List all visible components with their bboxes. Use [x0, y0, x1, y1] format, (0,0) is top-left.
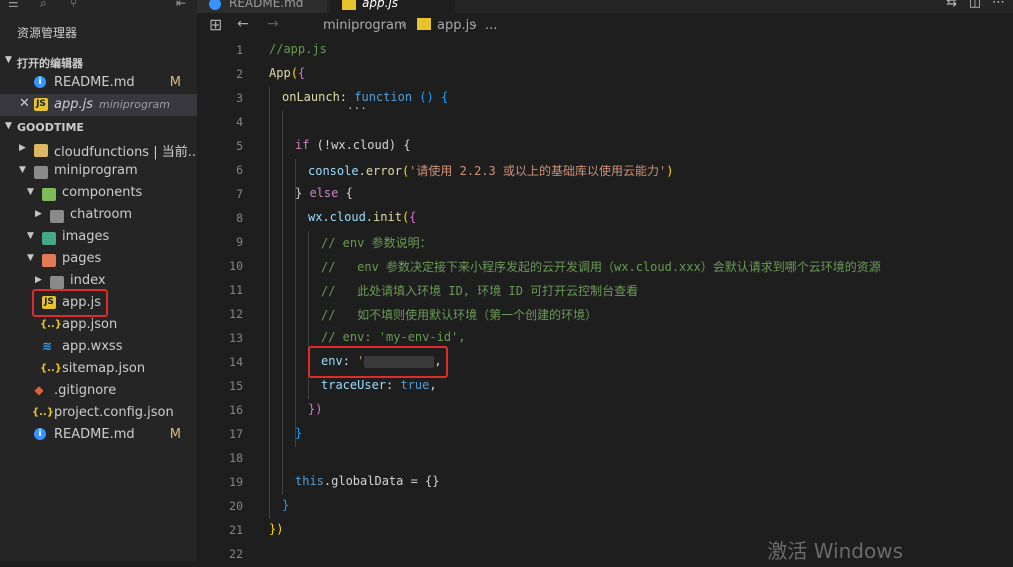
code-line: 11// 此处请填入环境 ID, 环境 ID 可打开云控制台查看 — [229, 283, 639, 298]
code-line: 2 App({ — [236, 66, 306, 81]
info-icon: i — [34, 428, 46, 440]
chevron-right-icon: › — [473, 20, 477, 31]
source-control-icon[interactable]: ⑂ — [70, 0, 77, 10]
compare-icon[interactable]: ⇆ — [946, 0, 957, 10]
code-line: 5 if (!wx.cloud) { — [236, 138, 411, 153]
tree-item-cloudfunctions[interactable]: ▶ cloudfunctions | 当前... — [0, 138, 197, 160]
tree-item-appjson[interactable]: {..} app.json — [0, 314, 197, 336]
code-line: 1//app.js — [236, 42, 327, 57]
tab-readme[interactable]: README.md — [197, 0, 327, 13]
tree-item-pages[interactable]: ▼ pages — [0, 248, 197, 270]
highlight-box — [32, 289, 108, 317]
sidebar-toolbar: ☰ ⌕ ⑂ ⇤ — [0, 0, 197, 10]
folder-icon — [42, 232, 56, 245]
close-icon[interactable]: ✕ — [19, 96, 30, 111]
code-line: 12// 如不填则使用默认环境（第一个创建的环境） — [229, 307, 598, 322]
code-line: 4 — [236, 115, 243, 129]
chevron-right-icon: ▶ — [19, 143, 26, 153]
breadcrumb: ⊞ ← → miniprogram › app.js › ... — [197, 13, 1013, 39]
chevron-down-icon: ▼ — [27, 187, 34, 197]
folder-icon — [42, 188, 56, 201]
tree-item-components[interactable]: ▼ components — [0, 182, 197, 204]
code-line: 9// env 参数说明： — [236, 235, 432, 250]
highlight-box — [308, 346, 448, 378]
menu-icon[interactable]: ☰ — [8, 0, 19, 10]
git-icon: ◆ — [34, 383, 44, 397]
code-line: 19 this.globalData = {} — [229, 474, 440, 489]
modified-badge: M — [169, 427, 181, 442]
tree-item-sitemap[interactable]: {..} sitemap.json — [0, 358, 197, 380]
json-icon: {..} — [32, 407, 54, 418]
tab-appjs[interactable]: app.js — [330, 0, 455, 13]
chevron-down-icon: ▼ — [19, 165, 26, 175]
css-icon: ≋ — [41, 339, 53, 353]
code-line: 16}) — [229, 402, 323, 417]
folder-icon — [34, 144, 48, 157]
open-editor-appjs[interactable]: ✕ JS app.js miniprogram — [0, 94, 197, 116]
chevron-right-icon: ▶ — [35, 209, 42, 219]
code-line: 3 onLaunch: function () {... — [236, 90, 449, 112]
folder-icon — [42, 254, 56, 267]
tree-item-chatroom[interactable]: ▶ chatroom — [0, 204, 197, 226]
json-icon: {..} — [40, 363, 62, 374]
explorer-title: 资源管理器 — [17, 26, 78, 40]
activation-watermark: 激活 Windows — [767, 539, 903, 563]
code-line: 18 — [229, 451, 243, 465]
chevron-right-icon: › — [401, 20, 405, 31]
search-icon[interactable]: ⌕ — [40, 0, 47, 11]
tab-bar: README.md app.js ⇆ ◫ ⋯ — [197, 0, 1013, 13]
breadcrumb-more[interactable]: ... — [485, 18, 497, 33]
info-icon — [209, 0, 221, 10]
open-editors-header[interactable]: ▼ 打开的编辑器 — [0, 51, 197, 73]
open-editor-readme[interactable]: i README.md M — [0, 72, 197, 94]
split-editor-icon[interactable]: ◫ — [969, 0, 981, 10]
json-icon: {..} — [40, 319, 62, 330]
folder-icon — [50, 210, 64, 223]
tree-item-readme[interactable]: i README.md M — [0, 424, 197, 446]
code-line: 15 traceUser: true, — [229, 378, 437, 393]
back-arrow-icon[interactable]: ← — [237, 16, 249, 32]
code-line: 10// env 参数决定接下来小程序发起的云开发调用（wx.cloud.xxx… — [229, 259, 881, 274]
folder-icon — [34, 166, 48, 179]
code-line: 8 wx.cloud.init({ — [236, 210, 417, 225]
tree-item-projectconfig[interactable]: {..} project.config.json — [0, 402, 197, 424]
chevron-down-icon: ▼ — [5, 121, 12, 131]
code-line: 20} — [229, 498, 290, 513]
split-icon[interactable]: ⇤ — [176, 0, 186, 10]
code-line: 7} else { — [236, 186, 353, 201]
folder-icon — [50, 276, 64, 289]
chevron-right-icon: ▶ — [35, 275, 42, 285]
breadcrumb-folder[interactable]: miniprogram — [323, 18, 407, 33]
js-icon — [417, 18, 431, 30]
code-line: 6 console.error('请使用 2.2.3 或以上的基础库以使用云能力'… — [236, 163, 674, 178]
chevron-down-icon: ▼ — [27, 253, 34, 263]
forward-arrow-icon[interactable]: → — [267, 16, 279, 32]
tree-item-gitignore[interactable]: ◆ .gitignore — [0, 380, 197, 402]
more-icon[interactable]: ⋯ — [992, 0, 1005, 10]
tree-item-miniprogram[interactable]: ▼ miniprogram — [0, 160, 197, 182]
info-icon: i — [34, 76, 46, 88]
explorer-sidebar: ☰ ⌕ ⑂ ⇤ 资源管理器 ▼ 打开的编辑器 i README.md M ✕ J… — [0, 0, 197, 561]
code-line: 17} — [229, 426, 303, 441]
code-editor[interactable]: 1//app.js 2 App({ 3 onLaunch: function () … — [197, 39, 1013, 561]
tree-item-images[interactable]: ▼ images — [0, 226, 197, 248]
modified-badge: M — [169, 75, 181, 90]
js-icon: JS — [34, 98, 48, 111]
chevron-down-icon: ▼ — [5, 55, 12, 65]
project-header[interactable]: ▼ GOODTIME — [0, 117, 197, 139]
js-icon — [342, 0, 356, 10]
breadcrumb-file[interactable]: app.js — [437, 18, 476, 33]
chevron-down-icon: ▼ — [27, 231, 34, 241]
grid-icon[interactable]: ⊞ — [209, 15, 222, 34]
tree-item-appwxss[interactable]: ≋ app.wxss — [0, 336, 197, 358]
